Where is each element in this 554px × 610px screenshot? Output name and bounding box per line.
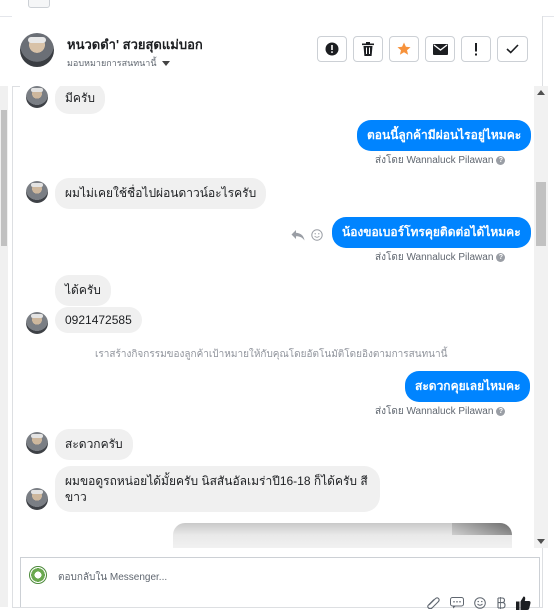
alert-circle-icon: [325, 42, 339, 56]
top-toolbar-strip: [0, 0, 554, 17]
reply-input[interactable]: ตอบกลับใน Messenger...: [58, 570, 167, 585]
incoming-message[interactable]: ผมขอดูรถหน่อยได้มั้ยครับ นิสสันอัลเมร่าป…: [55, 466, 380, 512]
left-pane-scrollbar[interactable]: [0, 86, 8, 607]
reply-icon[interactable]: [291, 229, 305, 241]
page-avatar: [29, 566, 47, 584]
conversation-header: หนวดดำ' สวยสุดแม่บอก มอบหมายการสนทนานี้: [12, 16, 541, 87]
image-attachment[interactable]: [173, 523, 512, 548]
attachment-icon[interactable]: [426, 597, 440, 609]
contact-avatar-small: [26, 432, 48, 454]
saved-replies-icon[interactable]: [450, 597, 464, 609]
mark-unread-button[interactable]: [425, 36, 455, 62]
spam-button[interactable]: [317, 36, 347, 62]
sent-by-text: ส่งโดย Wannaluck Pilawan: [375, 252, 493, 263]
payment-icon[interactable]: [496, 597, 506, 609]
delete-button[interactable]: [353, 36, 383, 62]
star-icon: [397, 42, 411, 56]
exclamation-icon: [474, 43, 478, 56]
contact-avatar-small: [26, 312, 48, 334]
envelope-icon: [433, 44, 448, 55]
scroll-down-arrow-icon[interactable]: [537, 539, 545, 544]
composer-toolbar: [426, 596, 531, 610]
scroll-up-arrow-icon[interactable]: [537, 90, 545, 95]
outgoing-message[interactable]: ตอนนี้ลูกค้ามีผ่อนไรอยู่ไหมคะ: [357, 120, 531, 151]
incoming-message[interactable]: ผมไม่เคยใช้ชื่อไปผ่อนดาวน์อะไรครับ: [55, 178, 266, 209]
caret-down-icon: [162, 61, 170, 66]
system-activity-note: เราสร้างกิจกรรมของลูกค้าเป้าหมายให้กับคุ…: [95, 347, 447, 362]
help-icon[interactable]: ?: [496, 253, 505, 262]
like-thumb-icon[interactable]: [516, 596, 531, 610]
sent-by-label: ส่งโดย Wannaluck Pilawan?: [375, 404, 505, 419]
outgoing-message[interactable]: น้องขอเบอร์โทรคุยติดต่อได้ไหมคะ: [332, 217, 531, 248]
help-icon[interactable]: ?: [496, 156, 505, 165]
reaction-smiley-icon[interactable]: [311, 229, 323, 241]
assign-conversation-dropdown[interactable]: มอบหมายการสนทนานี้: [67, 56, 170, 70]
incoming-message[interactable]: 0921472585: [55, 307, 142, 333]
incoming-message[interactable]: มีครับ: [55, 86, 105, 114]
contact-avatar-small: [26, 86, 48, 108]
trash-icon: [362, 42, 374, 56]
star-button[interactable]: [389, 36, 419, 62]
contact-avatar-small: [26, 488, 48, 510]
check-icon: [506, 44, 519, 54]
message-thread[interactable]: มีครับ ตอนนี้ลูกค้ามีผ่อนไรอยู่ไหมคะ ส่ง…: [20, 86, 534, 548]
contact-name[interactable]: หนวดดำ' สวยสุดแม่บอก: [67, 34, 203, 55]
sent-by-label: ส่งโดย Wannaluck Pilawan?: [375, 153, 505, 168]
toolbar-chip[interactable]: [28, 0, 50, 8]
contact-avatar-small: [26, 181, 48, 203]
reply-composer[interactable]: ตอบกลับใน Messenger...: [20, 557, 540, 607]
done-button[interactable]: [497, 36, 528, 62]
sent-by-text: ส่งโดย Wannaluck Pilawan: [375, 155, 493, 166]
message-line: ผมขอดูรถหน่อยได้มั้ยครับ นิสสันอัลเมร่าป…: [65, 474, 368, 488]
left-scroll-thumb[interactable]: [1, 110, 7, 246]
assign-label: มอบหมายการสนทนานี้: [67, 58, 157, 68]
incoming-message[interactable]: สะดวกครับ: [55, 429, 133, 460]
sent-by-text: ส่งโดย Wannaluck Pilawan: [375, 406, 493, 417]
follow-up-button[interactable]: [461, 36, 491, 62]
scroll-thumb[interactable]: [536, 182, 546, 246]
help-icon[interactable]: ?: [496, 407, 505, 416]
message-line: ขาว: [65, 490, 87, 504]
thread-scrollbar[interactable]: [534, 86, 548, 548]
outgoing-message[interactable]: สะดวกคุยเลยไหมคะ: [405, 371, 530, 402]
sent-by-label: ส่งโดย Wannaluck Pilawan?: [375, 250, 505, 265]
incoming-message[interactable]: ได้ครับ: [55, 275, 111, 306]
contact-avatar[interactable]: [20, 33, 54, 67]
emoji-icon[interactable]: [474, 597, 486, 609]
